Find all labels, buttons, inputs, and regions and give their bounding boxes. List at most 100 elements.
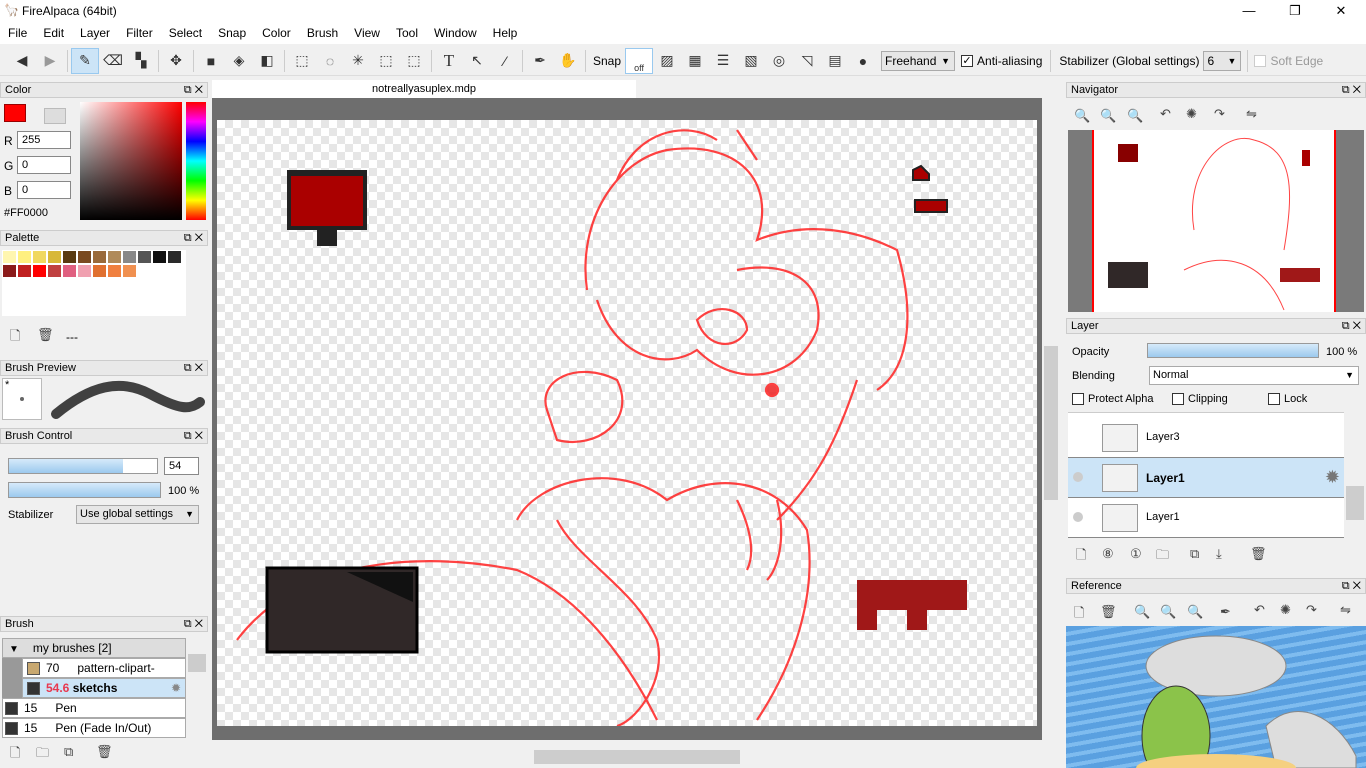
canvas[interactable] xyxy=(217,120,1037,728)
zoom-fit-icon[interactable]: 🔍 xyxy=(1187,604,1203,620)
mode-select[interactable]: Freehand ▼ xyxy=(881,50,956,71)
document-tab[interactable]: notreallyasuplex.mdp xyxy=(212,80,636,99)
menu-edit[interactable]: Edit xyxy=(35,26,72,40)
text-tool-icon[interactable]: T xyxy=(435,48,463,74)
bucket-tool-icon[interactable]: ◈ xyxy=(225,48,253,74)
snap-circle-icon[interactable]: ◎ xyxy=(765,48,793,74)
delete-palette-icon[interactable]: 🗑 xyxy=(37,327,54,343)
next-frame-icon[interactable]: ▶ xyxy=(36,48,64,74)
snap-off-button[interactable]: off xyxy=(625,47,654,74)
zoom-out-icon[interactable]: 🔍 xyxy=(1100,108,1116,124)
prev-frame-icon[interactable]: ◀ xyxy=(8,48,36,74)
menu-layer[interactable]: Layer xyxy=(72,26,118,40)
delete-reference-icon[interactable]: 🗑 xyxy=(1100,604,1117,620)
select-rect-icon[interactable]: ⬚ xyxy=(288,48,316,74)
brush-item-selected[interactable]: 54.6 sketchs ✹ xyxy=(22,678,186,698)
brush-size-input[interactable]: 54 xyxy=(164,457,199,475)
minimize-button[interactable]: — xyxy=(1226,0,1272,22)
new-8bit-layer-icon[interactable]: ⑧ xyxy=(1102,546,1114,562)
snap-settings-icon[interactable]: ● xyxy=(849,48,877,74)
canvas-area[interactable] xyxy=(212,98,1042,740)
palette-swatch[interactable] xyxy=(153,251,166,263)
flip-horizontal-icon[interactable]: ⇋ xyxy=(1340,602,1351,618)
zoom-in-icon[interactable]: 🔍 xyxy=(1134,604,1150,620)
duplicate-layer-icon[interactable]: ⧉ xyxy=(1190,546,1199,562)
palette-swatch[interactable] xyxy=(3,251,16,263)
menu-color[interactable]: Color xyxy=(254,26,299,40)
palette-swatch[interactable] xyxy=(123,251,136,263)
palette-swatch[interactable] xyxy=(108,251,121,263)
visibility-icon[interactable] xyxy=(1073,512,1083,522)
new-folder-icon[interactable]: 🗀 xyxy=(1156,546,1169,568)
merge-layer-icon[interactable]: ⤓ xyxy=(1216,546,1222,562)
rotate-left-icon[interactable]: ↶ xyxy=(1254,602,1265,618)
new-layer-icon[interactable]: 🗋 xyxy=(1076,546,1086,568)
open-reference-icon[interactable]: 🗋 xyxy=(1074,604,1084,626)
maximize-button[interactable]: ❐ xyxy=(1272,0,1318,22)
antialias-checkbox[interactable]: ✓ xyxy=(961,54,974,67)
saturation-value-picker[interactable] xyxy=(80,102,182,220)
secondary-color-swatch[interactable] xyxy=(44,108,66,124)
palette-swatch[interactable] xyxy=(78,251,91,263)
new-brush-icon[interactable]: 🗋 xyxy=(10,744,20,766)
navigator-preview[interactable] xyxy=(1068,130,1364,312)
b-input[interactable]: 0 xyxy=(17,181,71,199)
new-palette-icon[interactable]: 🗋 xyxy=(10,327,20,349)
new-folder-icon[interactable]: 🗀 xyxy=(36,744,49,766)
pen-tool-icon[interactable]: ✎ xyxy=(71,47,99,74)
new-1bit-layer-icon[interactable]: ① xyxy=(1130,546,1142,562)
rotate-reset-icon[interactable]: ✺ xyxy=(1280,602,1291,618)
move-tool-icon[interactable]: ✥ xyxy=(162,48,190,74)
menu-window[interactable]: Window xyxy=(426,26,485,40)
lock-checkbox[interactable]: Lock xyxy=(1268,393,1307,406)
rotate-left-icon[interactable]: ↶ xyxy=(1160,106,1171,122)
gear-icon[interactable]: ✹ xyxy=(171,679,181,697)
dot-tool-icon[interactable]: ▚ xyxy=(127,48,155,74)
select-pen-icon[interactable]: ⬚ xyxy=(372,48,400,74)
rotate-reset-icon[interactable]: ✺ xyxy=(1186,106,1197,122)
brush-item[interactable]: 70pattern-clipart-basic- xyxy=(22,658,186,693)
panel-float-close-icon[interactable]: ⧉ ✕ xyxy=(1342,579,1361,593)
snap-parallel-icon[interactable]: ▨ xyxy=(653,48,681,74)
gear-icon[interactable]: ✹ xyxy=(1325,467,1340,488)
menu-view[interactable]: View xyxy=(346,26,388,40)
brush-group-row[interactable]: ▼ my brushes [2] xyxy=(2,638,186,658)
blur-tool-icon[interactable]: ⁄ xyxy=(491,48,519,74)
eyedropper-icon[interactable]: ✒ xyxy=(526,48,554,74)
palette-swatch[interactable] xyxy=(63,265,76,277)
snap-curve-icon[interactable]: ◹ xyxy=(793,48,821,74)
palette-swatch[interactable] xyxy=(93,251,106,263)
rotate-right-icon[interactable]: ↷ xyxy=(1214,106,1225,122)
protect-alpha-checkbox[interactable]: Protect Alpha xyxy=(1072,393,1153,406)
layer-opacity-slider[interactable] xyxy=(1147,343,1319,358)
menu-tool[interactable]: Tool xyxy=(388,26,426,40)
snap-radial-icon[interactable]: ▧ xyxy=(737,48,765,74)
soft-edge-checkbox[interactable] xyxy=(1254,54,1267,67)
g-input[interactable]: 0 xyxy=(17,156,71,174)
menu-help[interactable]: Help xyxy=(485,26,526,40)
palette-swatch[interactable] xyxy=(18,265,31,277)
flip-horizontal-icon[interactable]: ⇋ xyxy=(1246,106,1257,122)
operation-tool-icon[interactable]: ↖ xyxy=(463,48,491,74)
palette-swatch[interactable] xyxy=(33,265,46,277)
rotate-right-icon[interactable]: ↷ xyxy=(1306,602,1317,618)
menu-snap[interactable]: Snap xyxy=(210,26,254,40)
snap-radial-lines-icon[interactable]: ☰ xyxy=(709,48,737,74)
primary-color-swatch[interactable] xyxy=(4,104,26,122)
fill-rect-icon[interactable]: ■ xyxy=(197,48,225,74)
visibility-icon[interactable] xyxy=(1073,472,1083,482)
panel-float-close-icon[interactable]: ⧉ ✕ xyxy=(1342,83,1361,97)
menu-file[interactable]: File xyxy=(0,26,35,40)
brush-item[interactable]: 15 Pen (Fade In/Out) xyxy=(2,718,186,738)
palette-swatch[interactable] xyxy=(18,251,31,263)
r-input[interactable]: 255 xyxy=(17,131,71,149)
layer-row[interactable]: Layer3 xyxy=(1068,418,1344,458)
layer-row-selected[interactable]: Layer1 ✹ xyxy=(1068,458,1344,498)
magic-wand-icon[interactable]: ✳ xyxy=(344,48,372,74)
palette-swatch[interactable] xyxy=(108,265,121,277)
horizontal-scrollbar[interactable] xyxy=(212,750,1042,764)
delete-brush-icon[interactable]: 🗑 xyxy=(96,744,113,760)
lasso-icon[interactable]: ◌ xyxy=(316,48,344,74)
brush-opacity-slider[interactable] xyxy=(8,482,161,498)
vertical-scrollbar[interactable] xyxy=(1042,98,1060,748)
